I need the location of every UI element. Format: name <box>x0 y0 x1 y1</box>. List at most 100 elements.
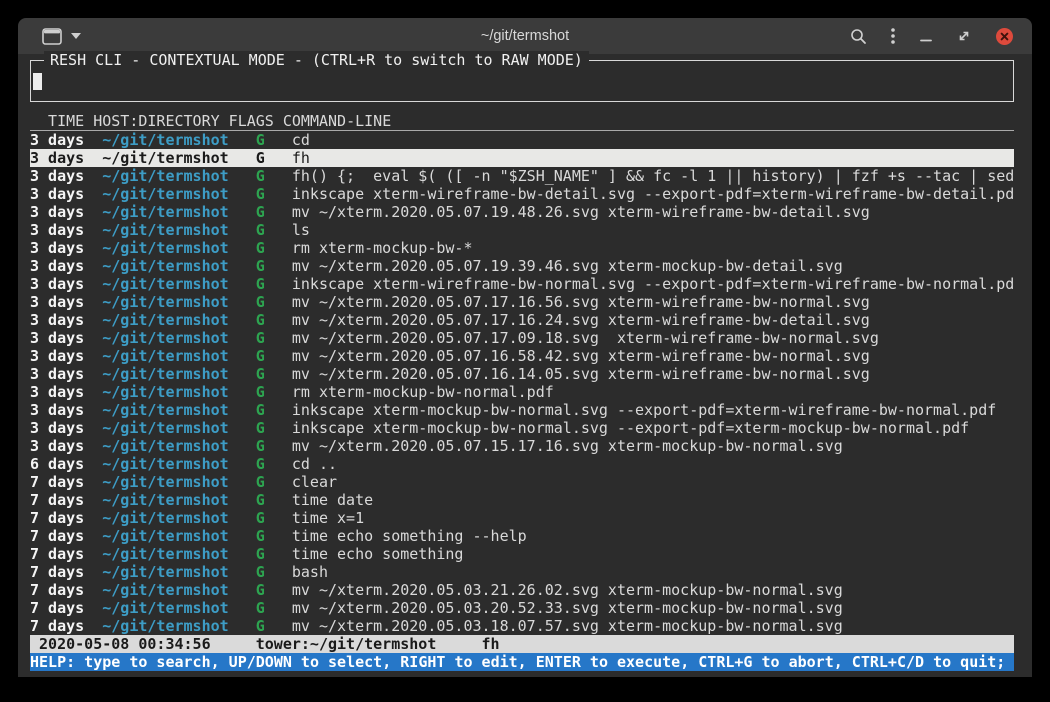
flags-cell: G <box>256 257 283 275</box>
host-dir-cell: ~/git/termshot <box>102 437 246 455</box>
flags-cell: G <box>256 293 283 311</box>
history-row[interactable]: 3 days ~/git/termshot G inkscape xterm-w… <box>30 275 1014 293</box>
flags-cell: G <box>256 527 283 545</box>
history-row[interactable]: 7 days ~/git/termshot G mv ~/xterm.2020.… <box>30 599 1014 617</box>
time-cell: 7 days <box>30 527 93 545</box>
titlebar[interactable]: ~/git/termshot <box>18 18 1032 54</box>
flags-cell: G <box>256 185 283 203</box>
time-cell: 6 days <box>30 455 93 473</box>
command-cell: mv ~/xterm.2020.05.07.19.48.26.svg xterm… <box>292 203 870 221</box>
command-cell: inkscape xterm-mockup-bw-normal.svg --ex… <box>292 419 969 437</box>
time-cell: 3 days <box>30 401 93 419</box>
flags-cell: G <box>256 365 283 383</box>
history-row[interactable]: 6 days ~/git/termshot G cd .. <box>30 455 1014 473</box>
command-cell: inkscape xterm-wireframe-bw-normal.svg -… <box>292 275 1014 293</box>
host-dir-cell: ~/git/termshot <box>102 509 246 527</box>
host-dir-cell: ~/git/termshot <box>102 401 246 419</box>
host-dir-cell: ~/git/termshot <box>102 347 246 365</box>
search-input[interactable]: RESH CLI - CONTEXTUAL MODE - (CTRL+R to … <box>30 60 1014 102</box>
history-row[interactable]: 3 days ~/git/termshot G cd <box>30 131 1014 149</box>
host-dir-cell: ~/git/termshot <box>102 491 246 509</box>
minimize-button[interactable] <box>919 28 933 44</box>
history-row[interactable]: 7 days ~/git/termshot G bash <box>30 563 1014 581</box>
history-row[interactable]: 3 days ~/git/termshot G mv ~/xterm.2020.… <box>30 257 1014 275</box>
history-table-header: TIME HOST:DIRECTORY FLAGS COMMAND-LINE <box>30 112 1014 131</box>
search-button[interactable] <box>850 28 867 45</box>
history-row[interactable]: 7 days ~/git/termshot G clear <box>30 473 1014 491</box>
host-dir-cell: ~/git/termshot <box>102 257 246 275</box>
search-box-title: RESH CLI - CONTEXTUAL MODE - (CTRL+R to … <box>44 51 589 69</box>
host-dir-cell: ~/git/termshot <box>102 311 246 329</box>
history-row[interactable]: 3 days ~/git/termshot G inkscape xterm-m… <box>30 401 1014 419</box>
time-cell: 7 days <box>30 599 93 617</box>
history-row[interactable]: 3 days ~/git/termshot G inkscape xterm-m… <box>30 419 1014 437</box>
history-row[interactable]: 3 days ~/git/termshot G rm xterm-mockup-… <box>30 239 1014 257</box>
host-dir-cell: ~/git/termshot <box>102 293 246 311</box>
host-dir-cell: ~/git/termshot <box>102 329 246 347</box>
flags-cell: G <box>256 167 283 185</box>
host-dir-cell: ~/git/termshot <box>102 167 246 185</box>
time-cell: 3 days <box>30 185 93 203</box>
command-cell: inkscape xterm-wireframe-bw-detail.svg -… <box>292 185 1014 203</box>
close-icon <box>995 27 1014 46</box>
text-cursor <box>33 73 42 90</box>
time-cell: 7 days <box>30 473 93 491</box>
command-cell: mv ~/xterm.2020.05.07.17.16.24.svg xterm… <box>292 311 870 329</box>
flags-cell: G <box>256 347 283 365</box>
history-row[interactable]: 3 days ~/git/termshot G fh() {; eval $( … <box>30 167 1014 185</box>
time-cell: 7 days <box>30 563 93 581</box>
history-row[interactable]: 7 days ~/git/termshot G time x=1 <box>30 509 1014 527</box>
history-row[interactable]: 7 days ~/git/termshot G time date <box>30 491 1014 509</box>
command-cell: mv ~/xterm.2020.05.03.20.52.33.svg xterm… <box>292 599 843 617</box>
time-cell: 3 days <box>30 365 93 383</box>
time-cell: 7 days <box>30 509 93 527</box>
command-cell: inkscape xterm-mockup-bw-normal.svg --ex… <box>292 401 996 419</box>
history-row[interactable]: 3 days ~/git/termshot G rm xterm-mockup-… <box>30 383 1014 401</box>
history-row[interactable]: 7 days ~/git/termshot G mv ~/xterm.2020.… <box>30 617 1014 635</box>
history-row[interactable]: 3 days ~/git/termshot G mv ~/xterm.2020.… <box>30 203 1014 221</box>
flags-cell: G <box>256 455 283 473</box>
command-cell: cd <box>292 131 310 149</box>
host-dir-cell: ~/git/termshot <box>102 599 246 617</box>
command-cell: mv ~/xterm.2020.05.07.17.09.18.svg xterm… <box>292 329 879 347</box>
history-row[interactable]: 7 days ~/git/termshot G time echo someth… <box>30 527 1014 545</box>
close-button[interactable] <box>995 27 1014 46</box>
history-row[interactable]: 3 days ~/git/termshot G inkscape xterm-w… <box>30 185 1014 203</box>
minimize-icon <box>919 28 933 44</box>
menu-button[interactable] <box>890 27 896 45</box>
host-dir-cell: ~/git/termshot <box>102 617 246 635</box>
command-cell: fh() {; eval $( ([ -n "$ZSH_NAME" ] && f… <box>292 167 1014 185</box>
host-dir-cell: ~/git/termshot <box>102 563 246 581</box>
history-row[interactable]: 7 days ~/git/termshot G time echo someth… <box>30 545 1014 563</box>
kebab-menu-icon <box>890 27 896 45</box>
history-row[interactable]: 3 days ~/git/termshot G mv ~/xterm.2020.… <box>30 347 1014 365</box>
restore-button[interactable] <box>956 28 972 44</box>
flags-cell: G <box>256 581 283 599</box>
host-dir-cell: ~/git/termshot <box>102 455 246 473</box>
flags-cell: G <box>256 401 283 419</box>
host-dir-cell: ~/git/termshot <box>102 131 246 149</box>
terminal-screen[interactable]: RESH CLI - CONTEXTUAL MODE - (CTRL+R to … <box>18 54 1032 677</box>
time-cell: 7 days <box>30 545 93 563</box>
command-cell: ls <box>292 221 310 239</box>
history-row[interactable]: 3 days ~/git/termshot G mv ~/xterm.2020.… <box>30 311 1014 329</box>
app-menu-button[interactable] <box>42 28 81 45</box>
command-cell: clear <box>292 473 337 491</box>
history-row[interactable]: 7 days ~/git/termshot G mv ~/xterm.2020.… <box>30 581 1014 599</box>
search-icon <box>850 28 867 45</box>
history-row[interactable]: 3 days ~/git/termshot G ls <box>30 221 1014 239</box>
history-row[interactable]: 3 days ~/git/termshot G fh <box>30 149 1014 167</box>
time-cell: 3 days <box>30 329 93 347</box>
command-cell: fh <box>292 149 310 167</box>
history-row[interactable]: 3 days ~/git/termshot G mv ~/xterm.2020.… <box>30 437 1014 455</box>
dropdown-caret-icon <box>71 33 81 39</box>
time-cell: 3 days <box>30 149 93 167</box>
status-command: fh <box>482 635 500 653</box>
flags-cell: G <box>256 491 283 509</box>
flags-cell: G <box>256 239 283 257</box>
history-row[interactable]: 3 days ~/git/termshot G mv ~/xterm.2020.… <box>30 329 1014 347</box>
flags-cell: G <box>256 509 283 527</box>
history-row[interactable]: 3 days ~/git/termshot G mv ~/xterm.2020.… <box>30 365 1014 383</box>
time-cell: 3 days <box>30 311 93 329</box>
history-row[interactable]: 3 days ~/git/termshot G mv ~/xterm.2020.… <box>30 293 1014 311</box>
